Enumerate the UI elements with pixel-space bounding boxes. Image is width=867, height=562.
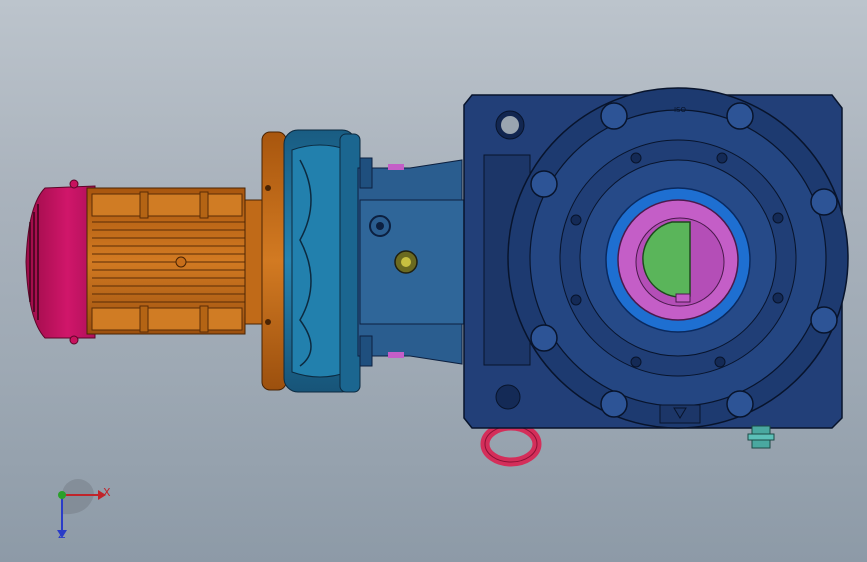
housing-marking: ISO xyxy=(674,106,687,114)
motor-fan-cover[interactable] xyxy=(25,179,96,345)
breather-plug[interactable] xyxy=(747,425,775,449)
input-housing[interactable] xyxy=(357,157,465,367)
triad-shading xyxy=(62,479,94,515)
cad-viewport[interactable]: ISO X Z xyxy=(0,0,867,562)
motor-flange[interactable] xyxy=(261,131,287,391)
y-axis-dot xyxy=(58,491,66,499)
adapter-housing[interactable] xyxy=(283,129,361,393)
lifting-eye[interactable] xyxy=(480,421,542,467)
motor-body[interactable] xyxy=(86,187,268,335)
coordinate-triad xyxy=(57,479,106,538)
x-axis-label: X xyxy=(103,486,111,499)
z-axis-label: Z xyxy=(58,528,66,541)
